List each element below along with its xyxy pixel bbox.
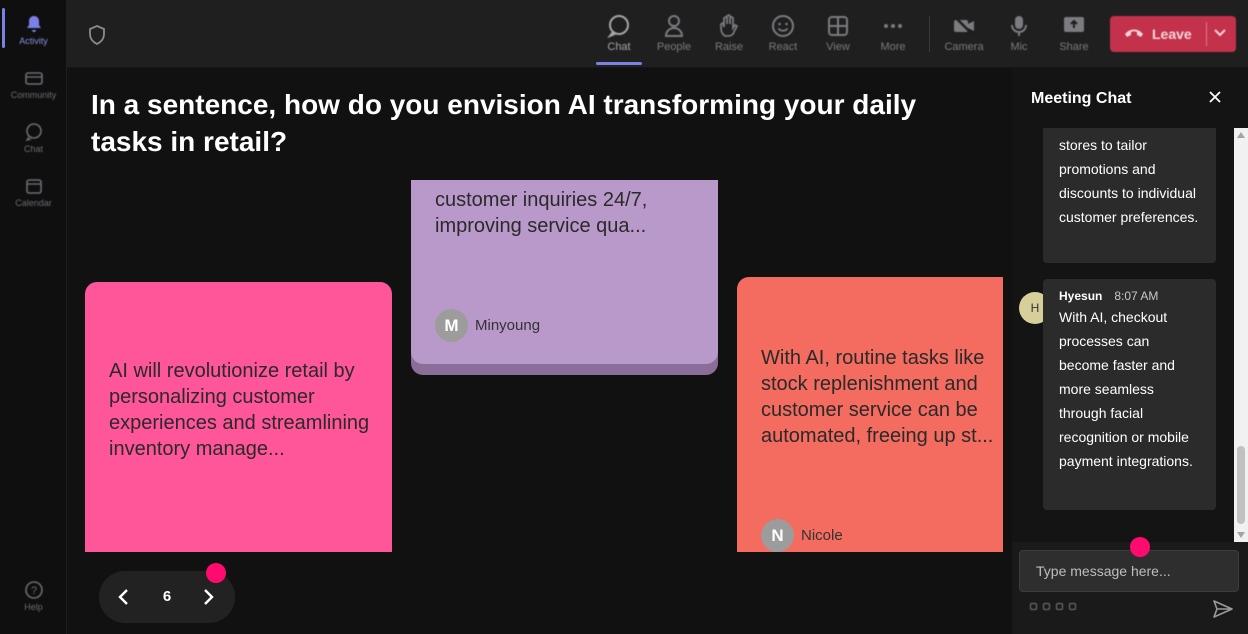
rail-item-chat[interactable]: Chat [0, 112, 67, 164]
response-card[interactable]: With AI, routine tasks like stock replen… [737, 277, 1003, 562]
scroll-up-arrow[interactable] [1237, 132, 1245, 138]
whiteboard-stage: In a sentence, how do you envision AI tr… [67, 68, 1012, 634]
leave-label: Leave [1152, 26, 1192, 42]
response-card[interactable]: AI will revolutionize retail by personal… [85, 282, 392, 562]
chat-icon [607, 15, 629, 38]
attach-icon[interactable] [1043, 603, 1050, 610]
camera-off-icon [954, 16, 974, 36]
card-text: AI will revolutionize retail by personal… [109, 360, 370, 460]
rail-item-help[interactable]: ? Help [0, 570, 67, 622]
close-icon[interactable] [1208, 90, 1222, 104]
toolbar-label: Camera [944, 41, 984, 53]
message-compose-box[interactable] [1019, 550, 1239, 592]
chevron-left-icon[interactable] [117, 588, 131, 606]
calendar-icon [25, 179, 42, 194]
scroll-thumb[interactable] [1237, 446, 1245, 524]
chevron-right-icon[interactable] [201, 588, 215, 606]
message-input[interactable] [1020, 551, 1238, 591]
toolbar-label: People [656, 41, 692, 53]
toolbar-more-button[interactable]: More [867, 8, 919, 60]
message-time: 8:07 AM [1114, 289, 1159, 303]
toolbar-label: Raise [714, 41, 744, 53]
toolbar-camera-button[interactable]: Camera [938, 8, 990, 60]
hang-up-icon [1125, 29, 1143, 37]
question-title: In a sentence, how do you envision AI tr… [91, 89, 917, 157]
shield-icon[interactable] [87, 24, 107, 46]
response-card[interactable]: Virtual assistants will handle customer … [411, 180, 718, 364]
chat-message: stores to tailor promotions and discount… [1043, 128, 1216, 263]
community-icon [24, 72, 43, 85]
chat-title: Meeting Chat [1031, 90, 1132, 107]
rail-label: Chat [23, 144, 43, 154]
format-toolbar [1030, 603, 1076, 610]
rail-label: Activity [19, 36, 48, 46]
sender-name: Hyesun [1059, 289, 1103, 303]
toolbar-label: More [880, 41, 906, 53]
rail-item-community[interactable]: Community [0, 58, 67, 110]
rail-label: Help [24, 602, 43, 612]
left-rail: Activity Community Chat Calendar ? Help [0, 0, 67, 634]
chat-messages: stores to tailor promotions and discount… [1012, 128, 1234, 542]
avatar: N [761, 519, 794, 552]
toolbar-separator [929, 16, 930, 52]
card-author: M Minyoung [435, 309, 540, 342]
highlight-dot [206, 563, 226, 583]
toolbar-raise-button[interactable]: Raise [703, 8, 755, 60]
toolbar-label: Chat [607, 41, 631, 53]
highlight-dot [1130, 537, 1150, 557]
meeting-app: Activity Community Chat Calendar ? Help … [0, 0, 1248, 634]
card-text: With AI, routine tasks like stock replen… [761, 347, 994, 447]
leave-divider [1206, 22, 1207, 46]
mic-icon [1011, 16, 1027, 36]
toolbar-mic-button[interactable]: Mic [993, 8, 1045, 60]
people-icon [664, 15, 684, 37]
chat-icon [24, 123, 42, 142]
smile-icon [772, 15, 794, 37]
meeting-chat-panel: Meeting Chat stores to tailor promotions… [1012, 68, 1248, 634]
grid-view-icon [828, 16, 848, 36]
page-number: 6 [162, 588, 172, 605]
leave-button[interactable]: Leave [1110, 16, 1236, 52]
bell-icon [26, 16, 41, 32]
message-meta: Hyesun 8:07 AM [1059, 287, 1200, 305]
gif-icon[interactable] [1069, 603, 1076, 610]
message-text: stores to tailor promotions and discount… [1059, 137, 1199, 225]
toolbar-react-button[interactable]: React [757, 8, 809, 60]
chat-scrollbar[interactable] [1234, 128, 1248, 542]
send-icon[interactable] [1213, 600, 1233, 618]
chat-message: Hyesun 8:07 AM With AI, checkout process… [1043, 279, 1216, 510]
scroll-down-arrow[interactable] [1237, 532, 1245, 538]
rail-item-activity[interactable]: Activity [0, 4, 67, 56]
avatar: M [435, 309, 468, 342]
toolbar-label: View [826, 41, 850, 53]
toolbar-chat-button[interactable]: Chat [593, 8, 645, 60]
meeting-toolbar: Chat People Raise React View More Camera [67, 0, 1248, 68]
chat-header: Meeting Chat [1012, 68, 1248, 128]
message-text: With AI, checkout processes can become f… [1059, 309, 1193, 469]
author-name: Nicole [801, 527, 843, 544]
toolbar-people-button[interactable]: People [648, 8, 700, 60]
rail-label: Calendar [15, 198, 52, 208]
toolbar-view-button[interactable]: View [812, 8, 864, 60]
emoji-icon[interactable] [1056, 603, 1063, 610]
card-text: Virtual assistants will handle customer … [435, 180, 685, 237]
format-icon[interactable] [1030, 603, 1037, 610]
share-screen-icon [1064, 17, 1084, 32]
toolbar-share-button[interactable]: Share [1048, 8, 1100, 60]
toolbar-label: Mic [1010, 41, 1028, 53]
more-icon [884, 24, 902, 28]
chevron-down-icon[interactable] [1214, 28, 1226, 38]
raise-hand-icon [720, 14, 739, 37]
card-author: N Nicole [761, 519, 843, 552]
rail-item-calendar[interactable]: Calendar [0, 166, 67, 218]
svg-text:?: ? [30, 585, 36, 597]
rail-label: Community [10, 90, 57, 100]
help-icon: ? [24, 581, 43, 599]
toolbar-label: React [768, 41, 798, 53]
chat-active-indicator [596, 62, 642, 65]
author-name: Minyoung [475, 317, 541, 334]
toolbar-label: Share [1059, 41, 1089, 53]
